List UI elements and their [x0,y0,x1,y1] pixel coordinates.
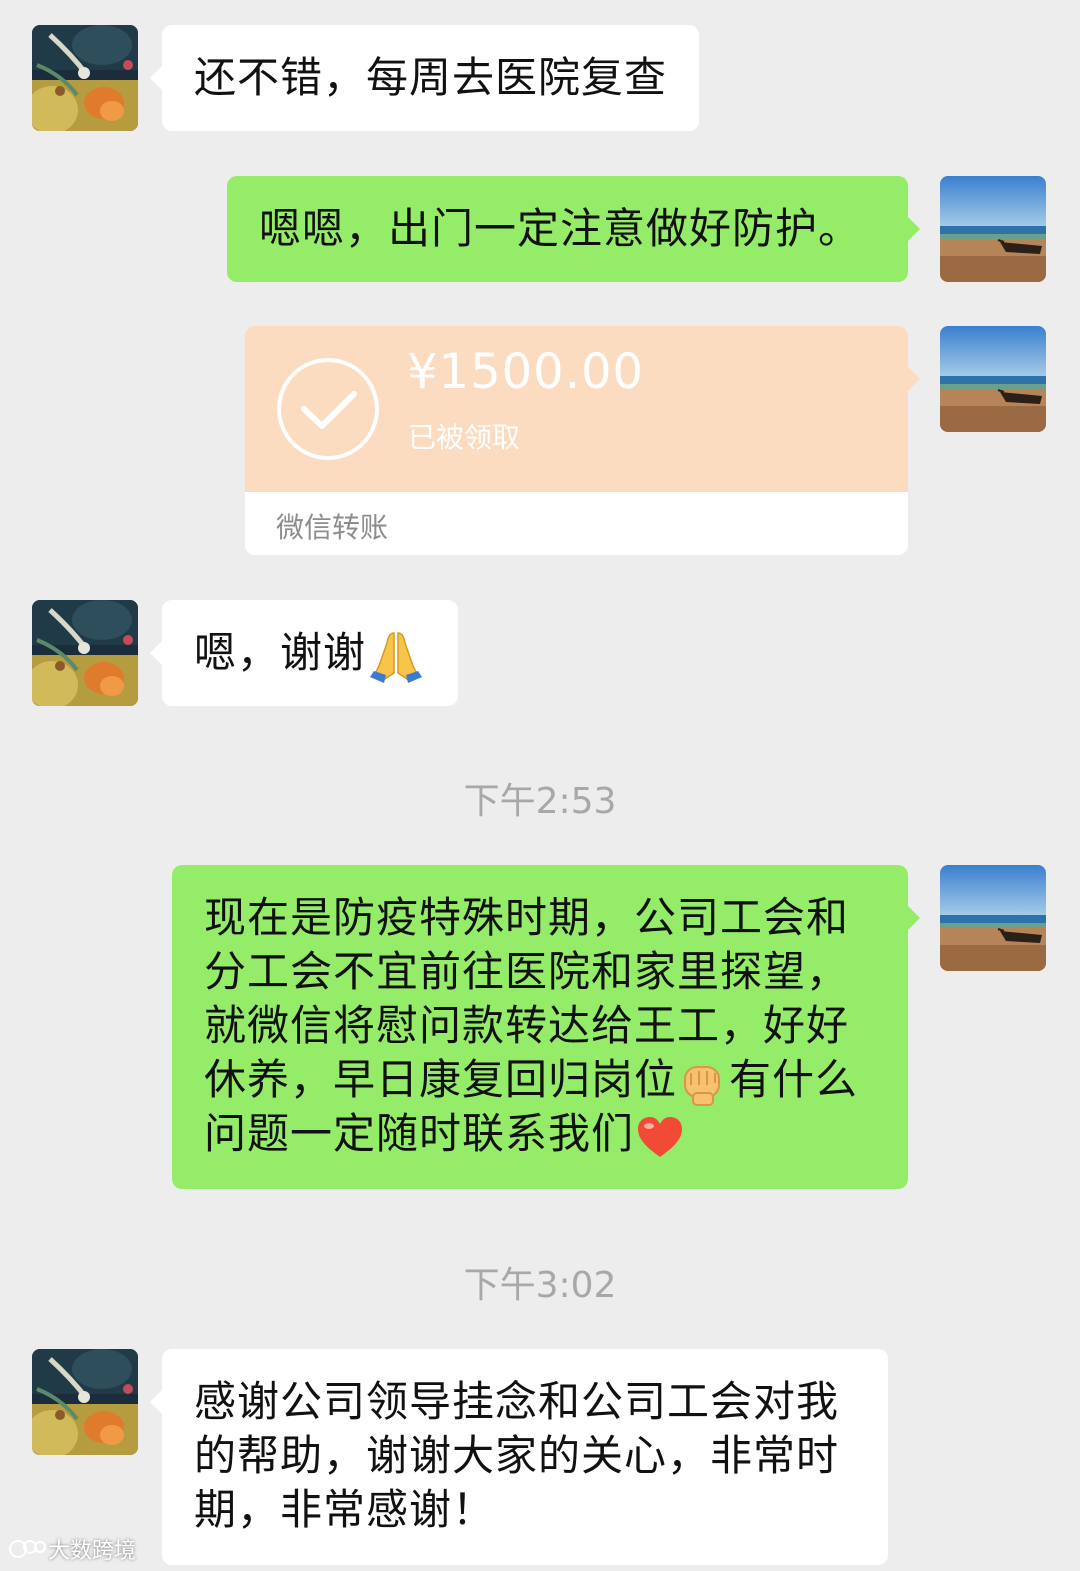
chat-timestamp: 下午3:02 [463,1265,617,1306]
raised-fist-emoji-icon [684,1065,721,1106]
check-circle-icon [277,358,379,460]
chat-timestamp: 下午2:53 [463,781,617,822]
message-bubble-incoming[interactable]: 嗯，谢谢 [149,600,459,706]
message-line: 分工会不宜前往医院和家里探望， [204,947,850,996]
message-text: 嗯，谢谢 [194,628,367,677]
transfer-label: 微信转账 [276,511,389,544]
avatar-contact[interactable] [32,600,138,706]
message-line: 的帮助，谢谢大家的关心，非常时 [194,1431,840,1480]
red-heart-emoji-icon [638,1116,683,1157]
message-line: 问题一定随时联系我们 [204,1109,635,1158]
watermark-logo-icon [9,1540,46,1558]
message-line: 感谢公司领导挂念和公司工会对我 [194,1377,840,1426]
transfer-card-footer: 微信转账 [245,492,908,555]
message-line: 期，非常感谢！ [194,1485,496,1534]
transfer-status: 已被领取 [408,421,521,454]
message-line: 现在是防疫特殊时期，公司工会和 [204,893,850,942]
watermark-text: 大数跨境 [48,1539,137,1564]
avatar-contact[interactable] [32,25,138,131]
message-line: 休养，早日康复回归岗位 [204,1055,678,1104]
message-line: 就微信将慰问款转达给王工，好好 [204,1001,850,1050]
avatar-self[interactable] [940,865,1046,971]
message-bubble-incoming[interactable]: 还不错，每周去医院复查 [149,25,700,131]
message-bubble-outgoing[interactable]: 现在是防疫特殊时期，公司工会和 分工会不宜前往医院和家里探望， 就微信将慰问款转… [172,865,920,1189]
message-bubble-incoming[interactable]: 感谢公司领导挂念和公司工会对我 的帮助，谢谢大家的关心，非常时 期，非常感谢！ [150,1349,888,1565]
transfer-amount: ¥1500.00 [407,344,645,400]
watermark: 大数跨境 [8,1533,136,1565]
avatar-self[interactable] [940,326,1046,432]
message-line-with-emoji: 问题一定随时联系我们 [204,1107,876,1161]
folded-hands-emoji-icon [370,631,423,683]
message-text: 嗯嗯，出门一定注意做好防护。 [259,204,862,253]
wechat-transfer-card[interactable]: ¥1500.00 已被领取 微信转账 [245,326,920,555]
avatar-self[interactable] [940,176,1046,282]
avatar-contact[interactable] [32,1349,138,1455]
transfer-card-body: ¥1500.00 已被领取 [245,326,920,492]
message-bubble-outgoing[interactable]: 嗯嗯，出门一定注意做好防护。 [227,176,920,282]
message-text: 还不错，每周去医院复查 [194,53,668,102]
message-line-with-emoji: 休养，早日康复回归岗位 有什么 [204,1053,876,1107]
message-line-suffix: 有什么 [729,1055,859,1104]
